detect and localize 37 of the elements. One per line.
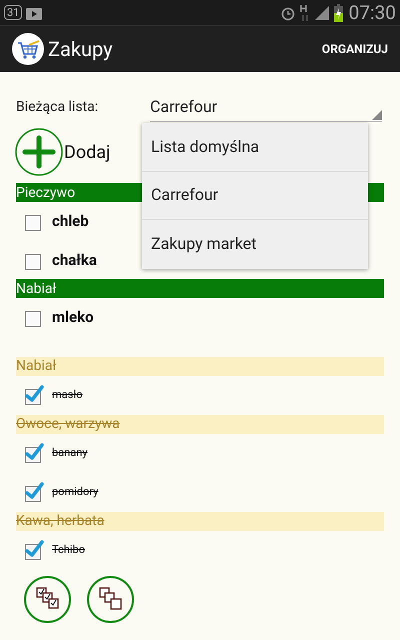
item-label: chleb <box>52 211 89 232</box>
dropdown-option[interactable]: Carrefour <box>142 172 368 220</box>
clock: 07:30 <box>348 3 396 22</box>
check-all-button[interactable] <box>24 576 71 622</box>
data-signal-icon <box>300 4 310 22</box>
item-label: Tchibo <box>52 542 85 558</box>
item-label: mleko <box>52 307 94 328</box>
item-label: banany <box>52 444 88 461</box>
current-list-label: Bieżąca lista: <box>16 98 100 116</box>
item-label: pomidory <box>52 484 98 500</box>
checked-checkbox[interactable] <box>24 482 44 502</box>
category-header: Owoce, warzywa <box>16 414 384 434</box>
list-spinner[interactable]: Carrefour <box>150 92 382 122</box>
checked-checkbox[interactable] <box>24 443 44 463</box>
checked-checkbox[interactable] <box>24 385 44 405</box>
item-label: masło <box>52 386 83 403</box>
signal-icon <box>314 4 330 20</box>
category-header: Nabiał <box>16 279 384 298</box>
plus-icon <box>15 128 63 176</box>
category-header: Kawa, herbata <box>16 512 384 530</box>
play-store-icon <box>26 6 42 20</box>
dropdown-option[interactable]: Lista domyślna <box>142 123 368 172</box>
dropdown-option[interactable]: Zakupy market <box>142 220 368 268</box>
uncheck-all-icon <box>98 587 122 611</box>
notification-count: 31 <box>4 5 22 20</box>
dropdown-arrow-icon <box>372 110 382 120</box>
uncheck-all-button[interactable] <box>87 576 134 622</box>
category-header: Nabiał <box>16 356 384 376</box>
shopping-cart-icon[interactable] <box>12 33 44 65</box>
check-all-icon <box>36 587 60 611</box>
app-title: Zakupy <box>48 36 113 63</box>
alarm-icon <box>280 4 296 20</box>
organize-button[interactable]: ORGANIZUJ <box>322 40 388 58</box>
add-button[interactable]: Dodaj <box>15 128 110 176</box>
checked-checkbox[interactable] <box>24 540 44 560</box>
battery-icon <box>334 4 343 22</box>
item-label: chałka <box>52 250 97 270</box>
